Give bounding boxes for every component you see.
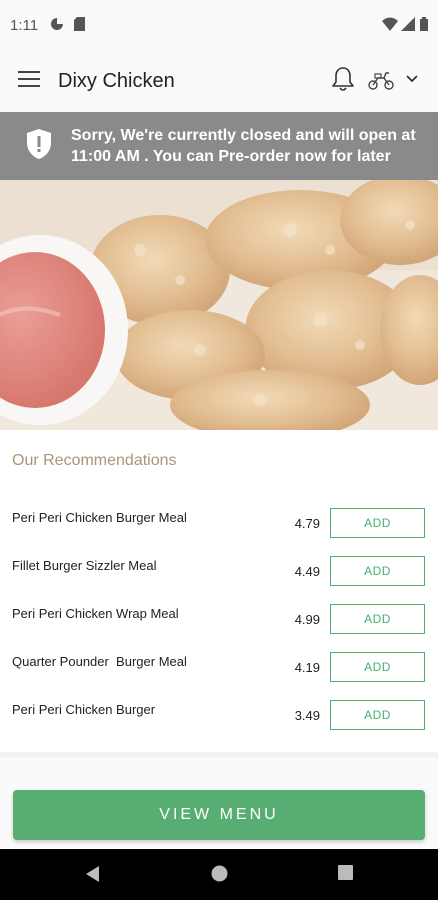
item-name: Peri Peri Chicken Burger	[12, 702, 156, 717]
item-name: Peri Peri Chicken Burger Meal	[12, 510, 187, 525]
list-item: Peri Peri Chicken Burger 3.49 ADD	[0, 700, 438, 738]
sd-card-icon	[74, 17, 85, 31]
status-time: 1:11	[10, 17, 39, 34]
list-item: Fillet Burger Sizzler Meal 4.49 ADD	[0, 556, 438, 594]
hero-food-image	[0, 180, 438, 430]
app-bar: Dixy Chicken	[0, 52, 438, 113]
scooter-icon[interactable]	[368, 70, 394, 90]
item-name: Peri Peri Chicken Wrap Meal	[12, 606, 179, 621]
add-button[interactable]: ADD	[330, 556, 425, 586]
add-button[interactable]: ADD	[330, 508, 425, 538]
item-price: 3.49	[294, 708, 320, 723]
item-price: 4.79	[294, 516, 320, 531]
list-item: Peri Peri Chicken Wrap Meal 4.99 ADD	[0, 604, 438, 642]
item-price: 4.99	[294, 612, 320, 627]
view-menu-button[interactable]: VIEW MENU	[13, 790, 425, 840]
add-button[interactable]: ADD	[330, 604, 425, 634]
signal-icon	[401, 17, 415, 31]
wifi-icon	[382, 17, 398, 31]
menu-icon[interactable]	[18, 71, 40, 91]
shield-icon	[27, 129, 51, 159]
bell-icon[interactable]	[331, 66, 355, 92]
add-button[interactable]: ADD	[330, 652, 425, 682]
chevron-down-icon[interactable]	[406, 74, 418, 84]
battery-icon	[420, 17, 428, 31]
closed-message: Sorry, We're currently closed and will o…	[71, 127, 416, 165]
closed-banner: Sorry, We're currently closed and will o…	[0, 112, 438, 180]
app-title: Dixy Chicken	[58, 70, 175, 92]
list-item: Quarter Pounder Burger Meal 4.19 ADD	[0, 652, 438, 690]
back-icon[interactable]	[84, 865, 100, 883]
item-price: 4.49	[294, 564, 320, 579]
list-item: Peri Peri Chicken Burger Meal 4.79 ADD	[0, 508, 438, 546]
recommendations-section: Our Recommendations Peri Peri Chicken Bu…	[0, 430, 438, 758]
system-nav-bar	[0, 849, 438, 900]
data-saver-icon	[51, 18, 63, 30]
status-bar: 1:11	[0, 0, 438, 52]
item-name: Quarter Pounder Burger Meal	[12, 654, 187, 669]
recommendations-title: Our Recommendations	[12, 452, 177, 469]
add-button[interactable]: ADD	[330, 700, 425, 730]
item-price: 4.19	[294, 660, 320, 675]
recents-icon[interactable]	[338, 865, 353, 880]
item-name: Fillet Burger Sizzler Meal	[12, 558, 157, 573]
home-icon[interactable]	[211, 865, 228, 882]
